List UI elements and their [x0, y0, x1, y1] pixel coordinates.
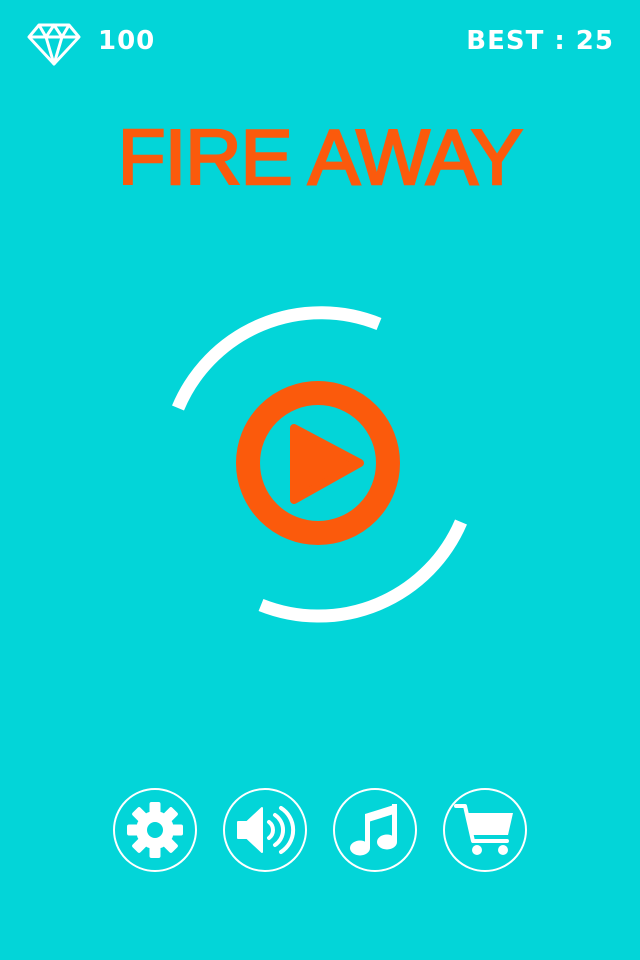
gear-icon	[125, 800, 185, 860]
shop-button[interactable]	[443, 788, 527, 872]
best-score: BEST : 25	[466, 26, 614, 56]
game-title: FIRE AWAY	[117, 113, 525, 201]
gem-count: 100	[98, 26, 156, 56]
music-button[interactable]	[333, 788, 417, 872]
sound-button[interactable]	[223, 788, 307, 872]
play-area	[160, 300, 480, 630]
cart-icon	[453, 801, 517, 859]
music-note-icon	[347, 800, 403, 860]
top-bar: 100 BEST : 25	[0, 0, 640, 90]
speaker-icon	[232, 802, 298, 858]
play-icon	[290, 424, 364, 504]
play-button[interactable]	[236, 381, 400, 545]
diamond-icon	[27, 22, 81, 66]
bottom-menu	[0, 788, 640, 878]
settings-button[interactable]	[113, 788, 197, 872]
